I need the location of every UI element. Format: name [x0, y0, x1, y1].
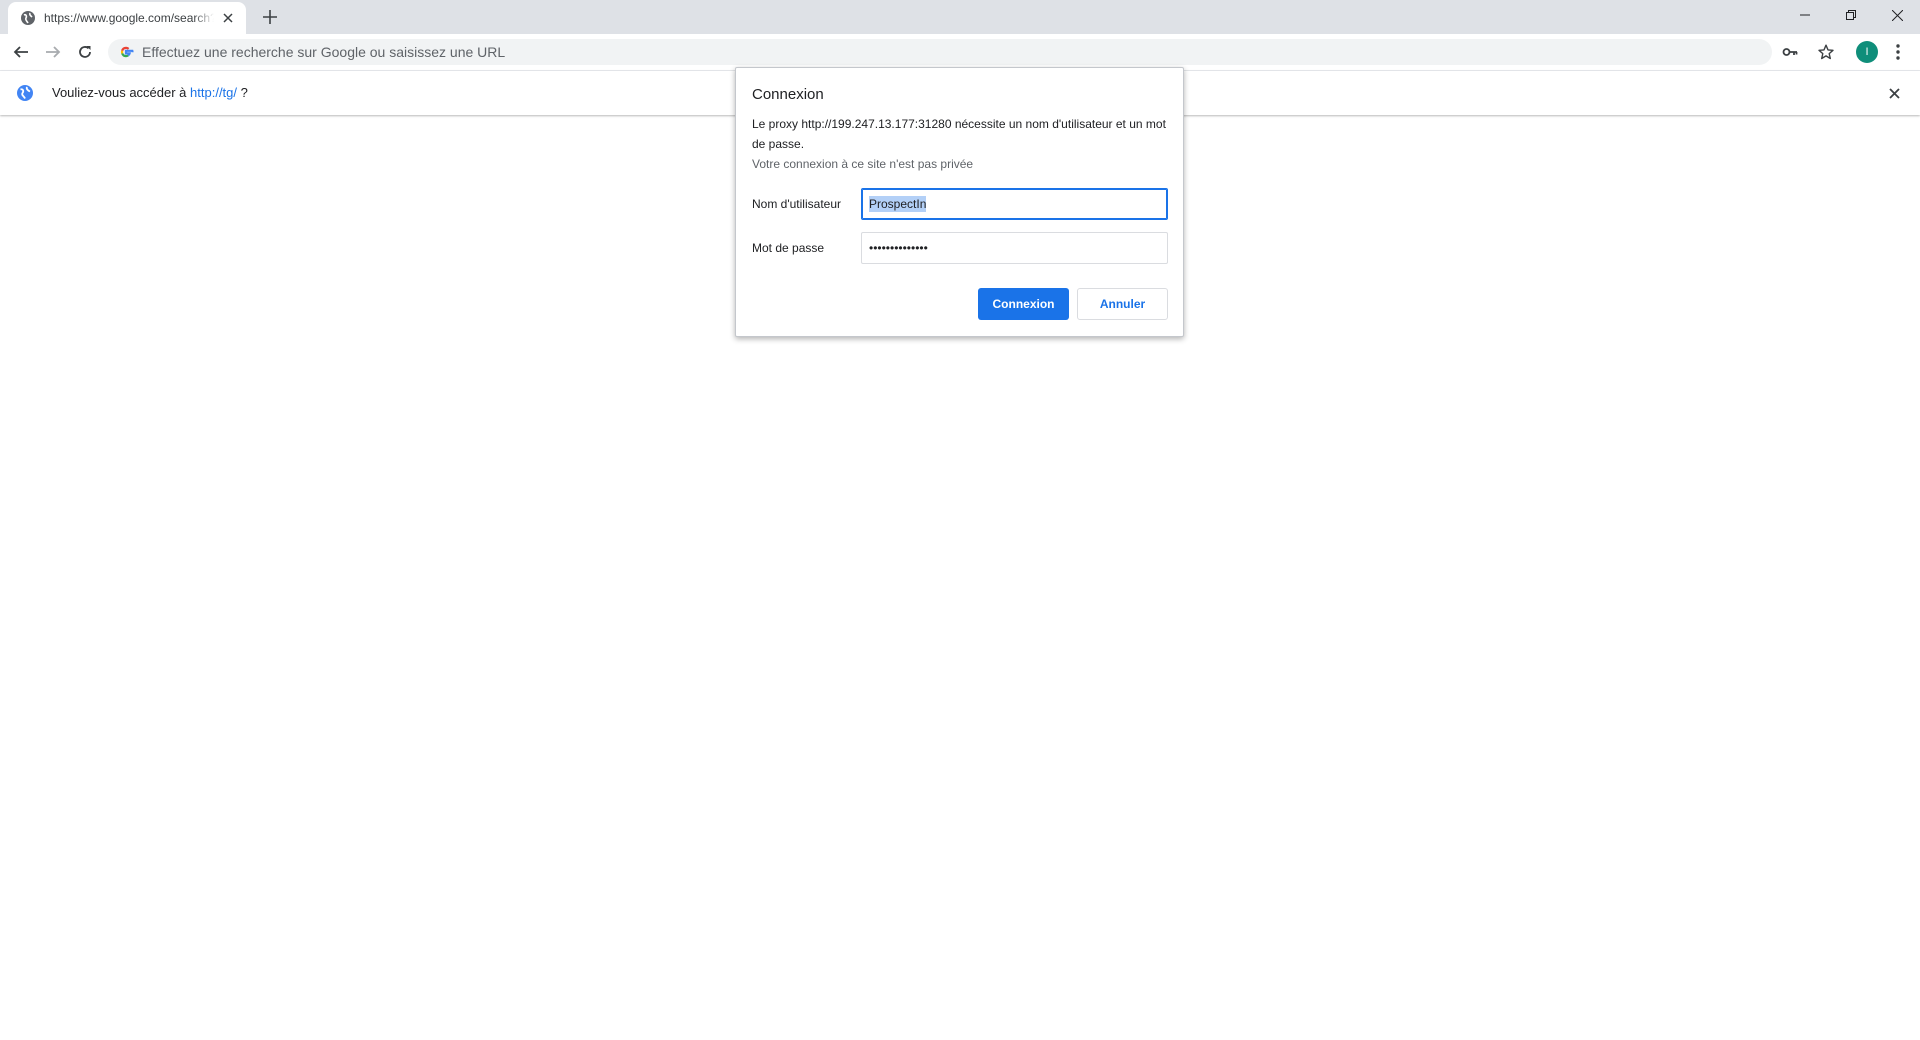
dialog-privacy-note: Votre connexion à ce site n'est pas priv… [752, 157, 974, 171]
minimize-button[interactable] [1782, 0, 1828, 30]
profile-avatar[interactable]: I [1856, 41, 1878, 63]
close-icon [1888, 87, 1900, 99]
omnibox-placeholder: Effectuez une recherche sur Google ou sa… [142, 44, 506, 60]
close-icon [1891, 9, 1903, 21]
back-button[interactable] [9, 40, 33, 64]
omnibox[interactable]: Effectuez une recherche sur Google ou sa… [108, 39, 1798, 65]
browser-toolbar: Effectuez une recherche sur Google ou sa… [0, 34, 1920, 71]
dialog-title: Connexion [752, 86, 824, 103]
password-label: Mot de passe [752, 241, 825, 255]
window-controls [1782, 0, 1920, 30]
username-field[interactable]: ProspectIn [861, 188, 1168, 220]
globe-search-icon [17, 85, 33, 101]
key-icon[interactable] [1782, 44, 1798, 60]
browser-tab[interactable]: https://www.google.com/search? [8, 2, 246, 34]
forward-button[interactable] [41, 40, 65, 64]
plus-icon [263, 10, 277, 24]
password-field[interactable]: •••••••••••••• [861, 232, 1168, 264]
username-label: Nom d'utilisateur [752, 197, 841, 211]
infobar-suggestion-link[interactable]: http://tg/ [190, 85, 237, 100]
arrow-right-icon [46, 46, 61, 58]
globe-icon [20, 10, 36, 26]
restore-icon [1846, 10, 1856, 20]
tab-strip: https://www.google.com/search? [0, 0, 1920, 34]
restore-button[interactable] [1828, 0, 1874, 30]
infobar-prefix: Vouliez-vous accéder à [52, 85, 191, 100]
tab-close-icon[interactable] [220, 10, 236, 26]
bookmark-button[interactable] [1814, 40, 1838, 64]
password-value: •••••••••••••• [869, 241, 928, 255]
browser-menu-button[interactable] [1886, 40, 1910, 64]
infobar-message: Vouliez-vous accéder à http://tg/ ? [52, 71, 248, 115]
close-window-button[interactable] [1874, 0, 1920, 30]
proxy-auth-dialog: Connexion Le proxy http://199.247.13.177… [735, 67, 1184, 337]
star-icon [1818, 44, 1834, 60]
reload-button[interactable] [73, 40, 97, 64]
reload-icon [79, 46, 91, 58]
arrow-left-icon [13, 46, 28, 58]
new-tab-button[interactable] [260, 7, 280, 27]
infobar-close-button[interactable] [1884, 83, 1904, 103]
dialog-message: Le proxy http://199.247.13.177:31280 néc… [752, 117, 1166, 151]
google-g-icon [120, 46, 134, 58]
more-vert-icon [1896, 44, 1900, 60]
cancel-button[interactable]: Annuler [1077, 288, 1168, 320]
infobar-suffix: ? [237, 85, 248, 100]
minimize-icon [1800, 14, 1810, 16]
tab-title: https://www.google.com/search? [44, 11, 214, 25]
username-value: ProspectIn [869, 196, 927, 212]
connect-button[interactable]: Connexion [978, 288, 1069, 320]
